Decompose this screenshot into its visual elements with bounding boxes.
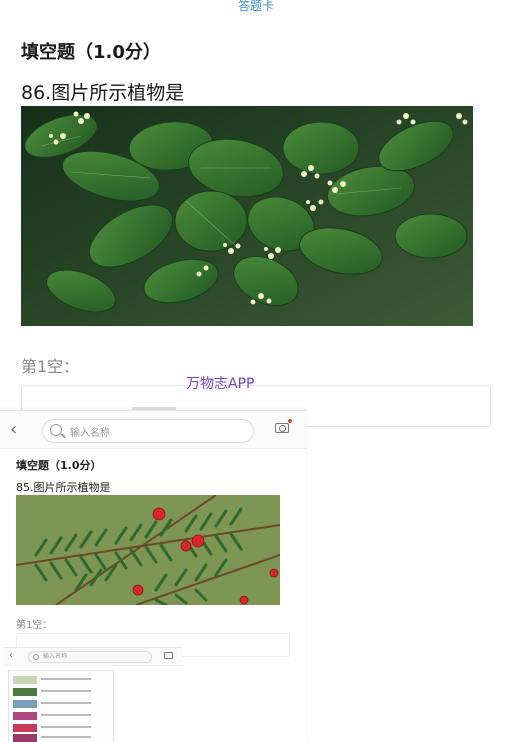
nested-2-result-list: [8, 670, 114, 742]
camera-badge: [288, 419, 292, 423]
nested-blank-label: 第1空：: [16, 620, 53, 631]
search-input[interactable]: 输入名称: [28, 651, 152, 663]
nested-question-text: 85.图片所示植物是: [16, 481, 111, 494]
plant-photo: [21, 106, 473, 326]
search-placeholder: 输入名称: [43, 653, 68, 660]
result-thumbnail: [13, 700, 37, 708]
result-thumbnail: [13, 734, 37, 742]
list-item[interactable]: [11, 687, 115, 697]
nested-2-blank-area: [116, 668, 180, 742]
result-text-line: [41, 714, 91, 716]
list-item[interactable]: [11, 675, 115, 685]
list-item[interactable]: [11, 699, 115, 709]
list-item[interactable]: [11, 723, 115, 733]
question-type: 填空题（1.0分）: [21, 42, 161, 63]
search-icon: [50, 424, 62, 436]
nested-screenshot: ‹ 输入名称 填空题（1.0分） 85.图片所示植物是 第1空： ‹ 输入名称: [0, 407, 306, 742]
search-icon: [33, 654, 39, 660]
result-text-line: [41, 736, 91, 738]
answer-card-link[interactable]: 答题卡: [0, 0, 512, 14]
question-text: 86.图片所示植物是: [21, 82, 185, 104]
result-thumbnail: [13, 712, 37, 720]
list-item[interactable]: [11, 711, 115, 721]
blank-1-label: 第1空：: [21, 357, 80, 376]
result-text-line: [41, 702, 91, 704]
result-thumbnail: [13, 688, 37, 696]
camera-icon[interactable]: [275, 423, 289, 433]
nested-plant-photo: [16, 495, 280, 605]
result-text-line: [41, 690, 91, 692]
result-text-line: [41, 726, 91, 728]
app-watermark: 万物志APP: [186, 376, 255, 392]
search-placeholder: 输入名称: [70, 428, 110, 439]
nested-top-bar: ‹ 输入名称: [0, 411, 306, 449]
result-text-line: [41, 678, 91, 680]
back-icon[interactable]: ‹: [10, 419, 17, 440]
list-item[interactable]: [11, 733, 115, 742]
result-thumbnail: [13, 724, 37, 732]
nested-screenshot-2: ‹ 输入名称: [4, 647, 182, 742]
nested-question-type: 填空题（1.0分）: [16, 459, 102, 472]
drag-handle: [132, 407, 176, 410]
result-thumbnail: [13, 676, 37, 684]
back-icon[interactable]: ‹: [9, 650, 13, 661]
nested-2-top-bar: ‹ 输入名称: [4, 648, 182, 666]
camera-icon[interactable]: [164, 652, 173, 659]
search-input[interactable]: 输入名称: [42, 419, 254, 443]
